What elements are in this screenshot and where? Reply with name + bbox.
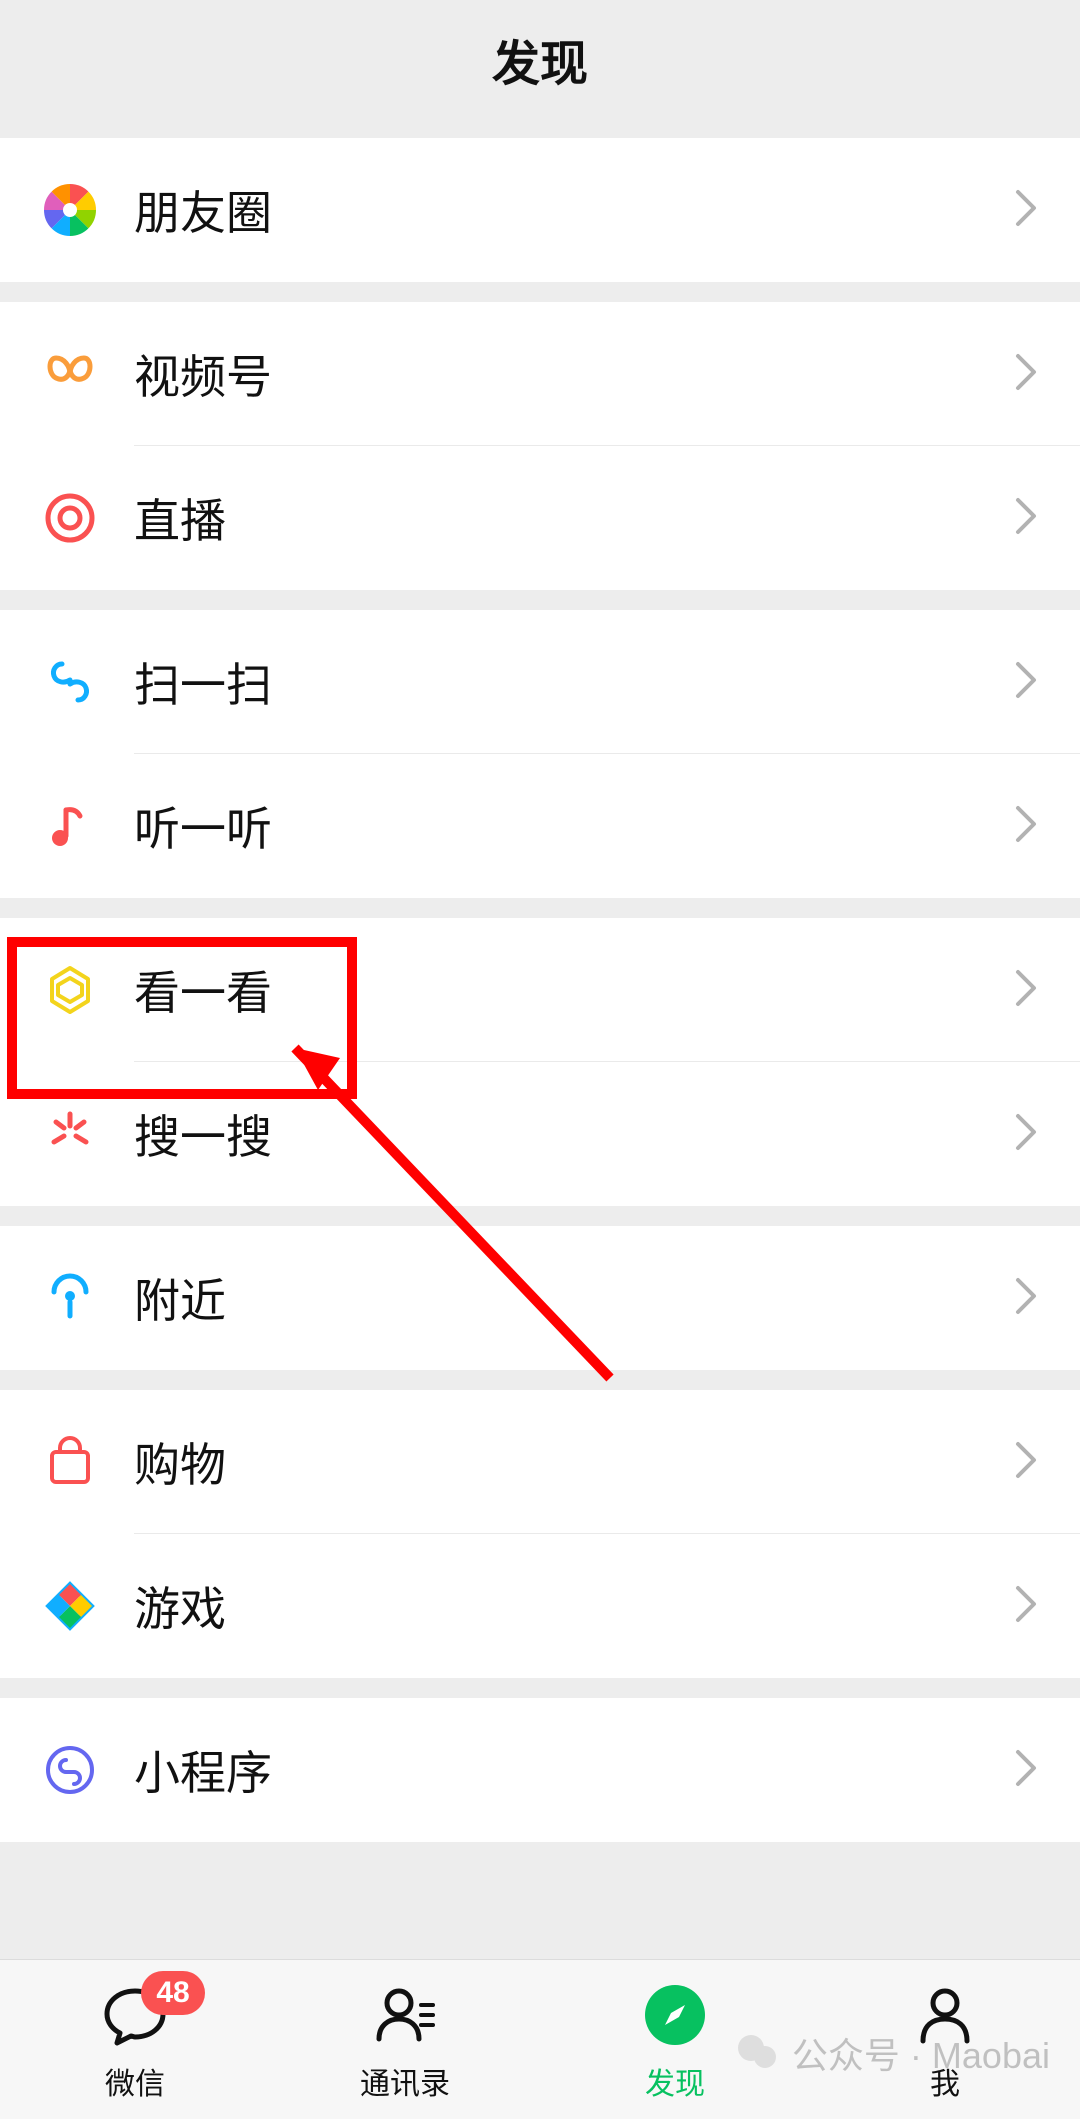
chevron-right-icon xyxy=(1012,350,1040,399)
group-nearby: 附近 xyxy=(0,1226,1080,1370)
scan-icon xyxy=(42,654,98,710)
topstories-icon xyxy=(42,962,98,1018)
tab-label: 我 xyxy=(930,2059,960,2103)
row-label: 附近 xyxy=(134,1265,1012,1331)
row-nearby[interactable]: 附近 xyxy=(0,1226,1080,1370)
row-label: 看一看 xyxy=(134,957,1012,1023)
group-scan: 扫一扫 听一听 xyxy=(0,610,1080,898)
tab-me[interactable]: 我 xyxy=(810,1960,1080,2119)
live-icon xyxy=(42,490,98,546)
row-label: 听一听 xyxy=(134,793,1012,859)
tab-label: 发现 xyxy=(645,2059,705,2103)
discover-list: 朋友圈 视频号 xyxy=(0,118,1080,1959)
group-video: 视频号 直播 xyxy=(0,302,1080,590)
chevron-right-icon xyxy=(1012,802,1040,851)
row-live[interactable]: 直播 xyxy=(0,446,1080,590)
row-scan[interactable]: 扫一扫 xyxy=(0,610,1080,754)
group-miniprograms: 小程序 xyxy=(0,1698,1080,1842)
row-shopping[interactable]: 购物 xyxy=(0,1390,1080,1534)
contacts-icon xyxy=(371,1981,439,2049)
chevron-right-icon xyxy=(1012,966,1040,1015)
group-moments: 朋友圈 xyxy=(0,138,1080,282)
chevron-right-icon xyxy=(1012,186,1040,235)
miniprogram-icon xyxy=(42,1742,98,1798)
row-label: 视频号 xyxy=(134,341,1012,407)
tab-chats[interactable]: 48 微信 xyxy=(0,1960,270,2119)
row-listen[interactable]: 听一听 xyxy=(0,754,1080,898)
tab-label: 通讯录 xyxy=(360,2059,450,2103)
row-label: 游戏 xyxy=(134,1573,1012,1639)
row-label: 搜一搜 xyxy=(134,1101,1012,1167)
row-label: 朋友圈 xyxy=(134,177,1012,243)
row-channels[interactable]: 视频号 xyxy=(0,302,1080,446)
chevron-right-icon xyxy=(1012,658,1040,707)
chevron-right-icon xyxy=(1012,1110,1040,1159)
row-search[interactable]: 搜一搜 xyxy=(0,1062,1080,1206)
person-icon xyxy=(911,1981,979,2049)
unread-badge: 48 xyxy=(141,1971,205,2015)
tab-discover[interactable]: 发现 xyxy=(540,1960,810,2119)
moments-icon xyxy=(42,182,98,238)
chat-bubble-icon: 48 xyxy=(101,1981,169,2049)
chevron-right-icon xyxy=(1012,1438,1040,1487)
row-games[interactable]: 游戏 xyxy=(0,1534,1080,1678)
row-topstories[interactable]: 看一看 xyxy=(0,918,1080,1062)
header: 发现 xyxy=(0,0,1080,118)
shopping-bag-icon xyxy=(42,1434,98,1490)
nearby-icon xyxy=(42,1270,98,1326)
music-note-icon xyxy=(42,798,98,854)
games-icon xyxy=(42,1578,98,1634)
row-moments[interactable]: 朋友圈 xyxy=(0,138,1080,282)
row-miniprograms[interactable]: 小程序 xyxy=(0,1698,1080,1842)
search-burst-icon xyxy=(42,1106,98,1162)
group-shopping-games: 购物 游戏 xyxy=(0,1390,1080,1678)
row-label: 直播 xyxy=(134,485,1012,551)
channels-icon xyxy=(42,346,98,402)
chevron-right-icon xyxy=(1012,1746,1040,1795)
tab-contacts[interactable]: 通讯录 xyxy=(270,1960,540,2119)
tab-label: 微信 xyxy=(105,2059,165,2103)
chevron-right-icon xyxy=(1012,1582,1040,1631)
row-label: 购物 xyxy=(134,1429,1012,1495)
group-read-search: 看一看 搜一搜 xyxy=(0,918,1080,1206)
row-label: 小程序 xyxy=(134,1737,1012,1803)
row-label: 扫一扫 xyxy=(134,649,1012,715)
tab-bar: 48 微信 通讯录 发现 xyxy=(0,1959,1080,2119)
chevron-right-icon xyxy=(1012,494,1040,543)
page-title: 发现 xyxy=(492,24,588,94)
compass-icon xyxy=(641,1981,709,2049)
chevron-right-icon xyxy=(1012,1274,1040,1323)
